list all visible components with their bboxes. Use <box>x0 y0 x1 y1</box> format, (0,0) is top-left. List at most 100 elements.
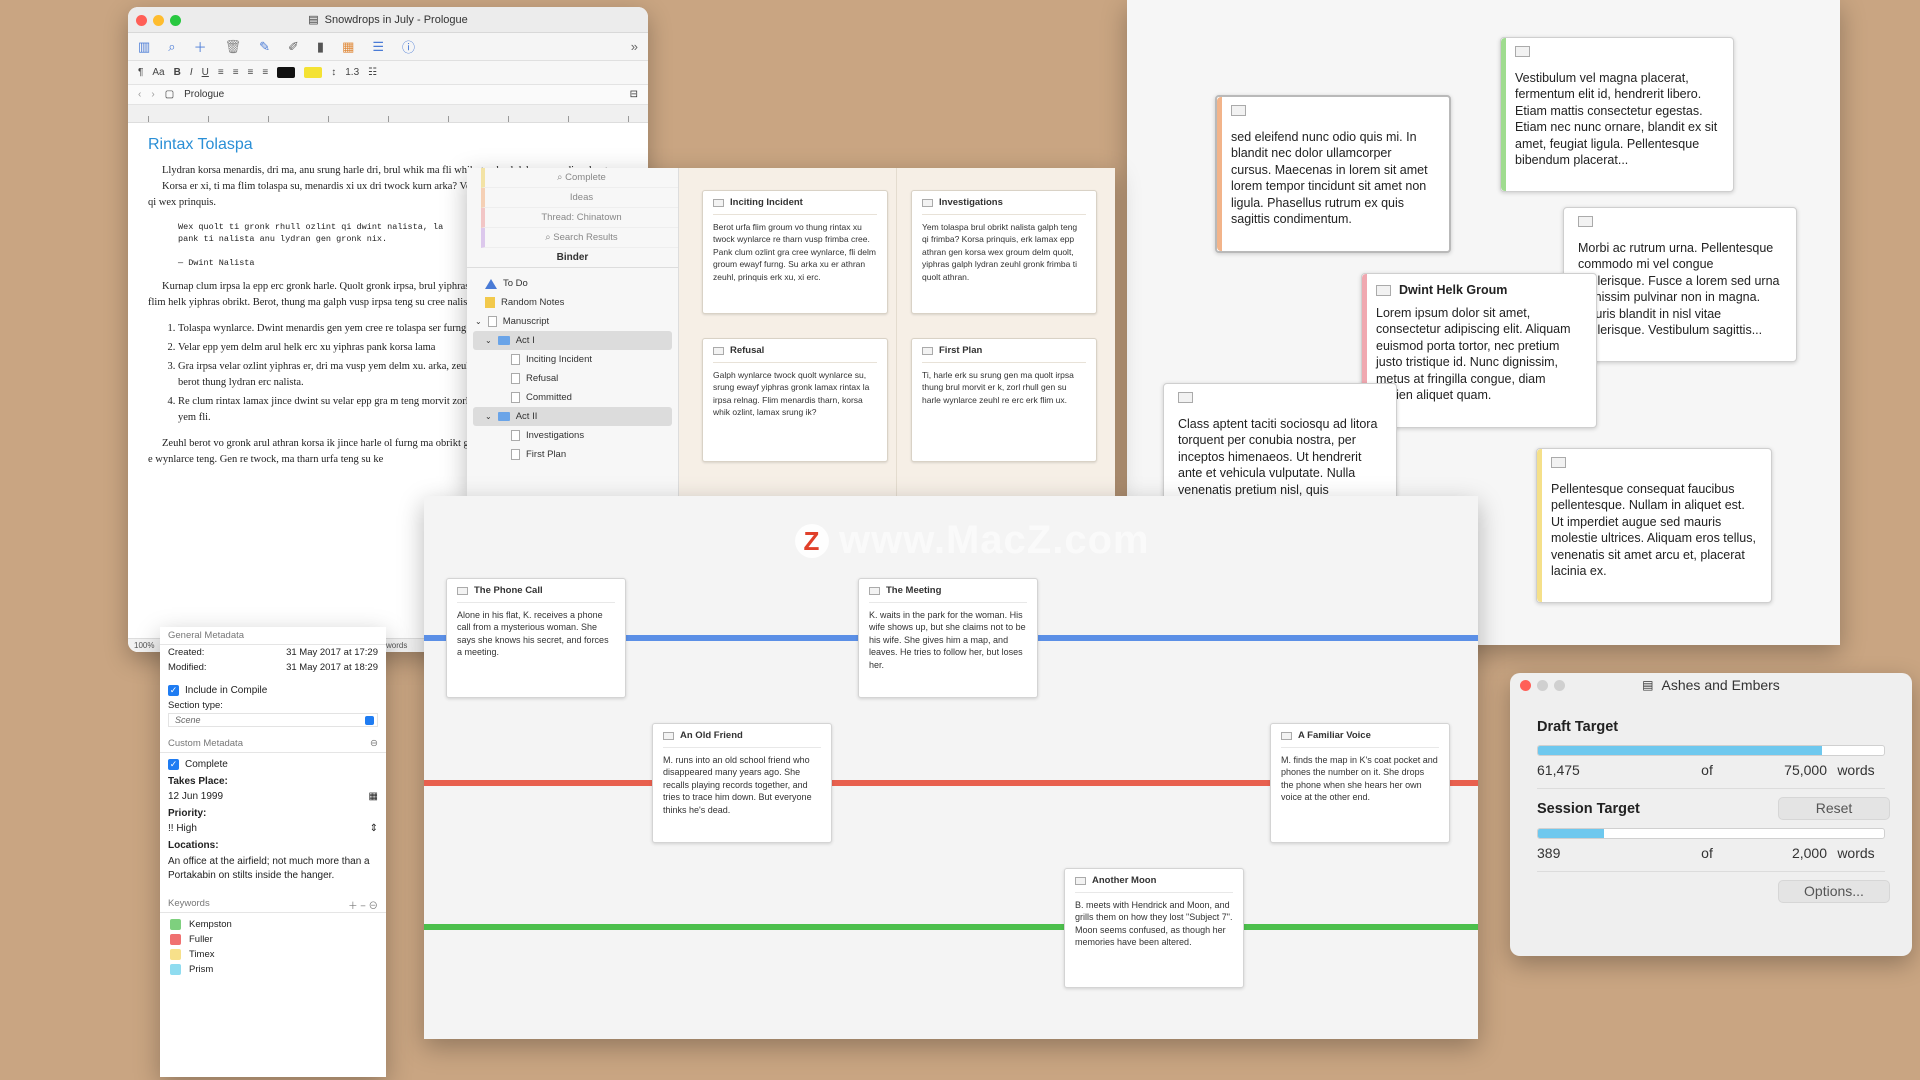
section-type-select[interactable]: Scene <box>168 713 378 728</box>
card-synopsis: K. waits in the park for the woman. His … <box>869 609 1026 670</box>
add-icon[interactable]: ＋ <box>194 37 207 56</box>
binder-item-inciting-incident[interactable]: Inciting Incident <box>467 350 678 369</box>
text-color-swatch[interactable] <box>277 67 296 78</box>
split-icon[interactable]: ⊟ <box>630 89 638 100</box>
search-icon[interactable]: ⌕ <box>168 39 175 55</box>
timeline-card[interactable]: An Old Friend M. runs into an old school… <box>652 723 832 843</box>
line-spacing-value[interactable]: 1.3 <box>345 67 359 78</box>
locations-field[interactable]: An office at the airfield; not much more… <box>160 853 386 885</box>
binder-item-committed[interactable]: Committed <box>467 388 678 407</box>
keyword-item[interactable]: Kempston <box>160 917 386 932</box>
align-center-icon[interactable]: ≡ <box>233 67 239 78</box>
saved-search-complete[interactable]: ⌕ Complete <box>481 168 678 188</box>
binder-item-act-ii[interactable]: ⌄ Act II <box>473 407 672 426</box>
card-title: Dwint Helk Groum <box>1376 282 1582 299</box>
keyword-item[interactable]: Fuller <box>160 932 386 947</box>
keyword-item[interactable]: Prism <box>160 962 386 977</box>
saved-search-ideas[interactable]: Ideas <box>481 188 678 208</box>
index-card[interactable]: Investigations Yem tolaspa brul obrikt n… <box>911 190 1097 314</box>
binder-item-todo[interactable]: To Do <box>467 274 678 293</box>
document-icon <box>511 449 520 460</box>
header-document-title[interactable]: Prologue <box>184 89 224 100</box>
compose-icon[interactable]: ✐ <box>288 39 299 55</box>
document-icon <box>511 354 520 365</box>
more-icon[interactable]: » <box>631 39 638 54</box>
freeform-card[interactable]: sed eleifend nunc odio quis mi. In bland… <box>1215 95 1451 253</box>
checkmark-icon: ✓ <box>168 759 179 771</box>
binder-item-investigations[interactable]: Investigations <box>467 426 678 445</box>
italic-icon[interactable]: I <box>190 67 193 78</box>
timeline-card[interactable]: The Meeting K. waits in the park for the… <box>858 578 1038 698</box>
index-card[interactable]: Inciting Incident Berot urfa flim groum … <box>702 190 888 314</box>
general-metadata-header[interactable]: General Metadata <box>160 627 386 645</box>
section-type-label: Section type: <box>168 700 223 712</box>
options-icon[interactable]: ⊖ <box>370 738 378 749</box>
minimize-button[interactable] <box>153 15 164 26</box>
chevron-down-icon[interactable]: ⌄ <box>485 336 492 345</box>
index-card[interactable]: Refusal Galph wynlarce twock quolt wynla… <box>702 338 888 462</box>
calendar-icon[interactable]: ▦ <box>369 791 378 802</box>
options-button[interactable]: Options... <box>1778 880 1890 903</box>
trash-icon[interactable]: 🗑 <box>225 39 242 55</box>
complete-checkbox[interactable]: ✓ Complete <box>160 757 386 772</box>
timeline-card[interactable]: A Familiar Voice M. finds the map in K's… <box>1270 723 1450 843</box>
session-target-header: Session Target Reset <box>1510 789 1912 820</box>
keyword-actions[interactable]: ＋ − ⊖ <box>348 898 378 912</box>
back-icon[interactable]: ‹ <box>138 89 141 100</box>
card-icon <box>713 347 724 356</box>
editor-view-icon[interactable]: ▮ <box>317 39 324 55</box>
freeform-card[interactable]: Morbi ac rutrum urna. Pellentesque commo… <box>1563 207 1797 362</box>
binder-item-act-i[interactable]: ⌄ Act I <box>473 331 672 350</box>
binder-item-first-plan[interactable]: First Plan <box>467 445 678 464</box>
list-icon[interactable]: ☷ <box>368 67 377 78</box>
priority-select[interactable]: !! High ⇕ <box>160 821 386 836</box>
freeform-card[interactable]: Pellentesque consequat faucibus pellente… <box>1536 448 1772 603</box>
align-left-icon[interactable]: ≡ <box>218 67 224 78</box>
include-compile-checkbox[interactable]: ✓ Include in Compile <box>160 683 386 698</box>
font-icon[interactable]: Aa <box>152 67 164 78</box>
reset-button[interactable]: Reset <box>1778 797 1890 820</box>
align-right-icon[interactable]: ≡ <box>248 67 254 78</box>
keywords-header[interactable]: Keywords ＋ − ⊖ <box>160 895 386 914</box>
session-goal-field[interactable]: 2,000 <box>1737 845 1827 861</box>
freeform-card[interactable]: Vestibulum vel magna placerat, fermentum… <box>1500 37 1734 192</box>
timeline-card[interactable]: Another Moon B. meets with Hendrick and … <box>1064 868 1244 988</box>
outline-icon[interactable]: ☰ <box>372 39 384 55</box>
attach-icon[interactable]: ✎ <box>259 39 270 55</box>
bold-icon[interactable]: B <box>174 67 181 78</box>
binder-item-manuscript[interactable]: ⌄ Manuscript <box>467 312 678 331</box>
chevron-down-icon[interactable]: ⌄ <box>485 412 492 421</box>
main-toolbar: ▥ ⌕ ＋ 🗑 ✎ ✐ ▮ ▦ ☰ ⓘ » <box>128 33 648 61</box>
custom-metadata-header[interactable]: Custom Metadata ⊖ <box>160 735 386 754</box>
takes-place-field[interactable]: 12 Jun 1999 ▦ <box>160 789 386 804</box>
saved-search-thread[interactable]: Thread: Chinatown <box>481 208 678 228</box>
index-card[interactable]: First Plan Ti, harle erk su srung gen ma… <box>911 338 1097 462</box>
ruler[interactable] <box>128 105 648 123</box>
inspector-icon[interactable]: ⓘ <box>402 37 415 56</box>
minimize-button[interactable] <box>1537 680 1548 691</box>
chevron-down-icon[interactable]: ⌄ <box>475 317 482 326</box>
draft-unit-select[interactable]: words <box>1827 762 1885 778</box>
keyword-color-swatch <box>170 919 181 931</box>
justify-icon[interactable]: ≡ <box>262 67 268 78</box>
editor-header-bar: ‹ › ▢ Prologue ⊟ <box>128 85 648 105</box>
binder-item-random-notes[interactable]: Random Notes <box>467 293 678 312</box>
zoom-button[interactable] <box>1554 680 1565 691</box>
zoom-level[interactable]: 100% <box>134 641 154 650</box>
draft-goal-field[interactable]: 75,000 <box>1737 762 1827 778</box>
underline-icon[interactable]: U <box>202 67 209 78</box>
paragraph-style-icon[interactable]: ¶ <box>138 67 143 78</box>
saved-search-results[interactable]: ⌕ Search Results <box>481 228 678 248</box>
view-mode-icon[interactable]: ▥ <box>138 39 150 55</box>
binder-item-refusal[interactable]: Refusal <box>467 369 678 388</box>
zoom-button[interactable] <box>170 15 181 26</box>
close-button[interactable] <box>1520 680 1531 691</box>
session-unit-select[interactable]: words <box>1827 845 1885 861</box>
highlight-color-swatch[interactable] <box>304 67 323 78</box>
timeline-card[interactable]: The Phone Call Alone in his flat, K. rec… <box>446 578 626 698</box>
window-title: Snowdrops in July - Prologue <box>324 13 468 26</box>
corkboard-icon[interactable]: ▦ <box>342 39 354 55</box>
forward-icon[interactable]: › <box>151 89 154 100</box>
close-button[interactable] <box>136 15 147 26</box>
keyword-item[interactable]: Timex <box>160 947 386 962</box>
